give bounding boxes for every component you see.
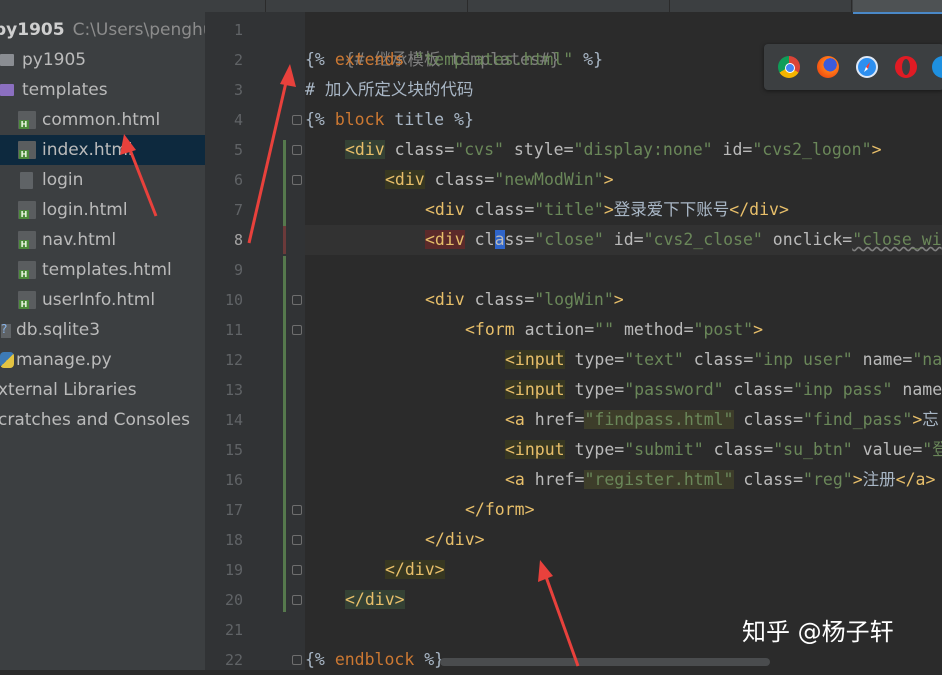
annotation-arrow: [247, 64, 296, 244]
annotation-arrow: [120, 134, 158, 217]
annotation-arrows: [120, 64, 580, 667]
annotation-arrow: [538, 560, 580, 667]
zhihu-watermark: 知乎 @杨子轩: [742, 618, 894, 646]
